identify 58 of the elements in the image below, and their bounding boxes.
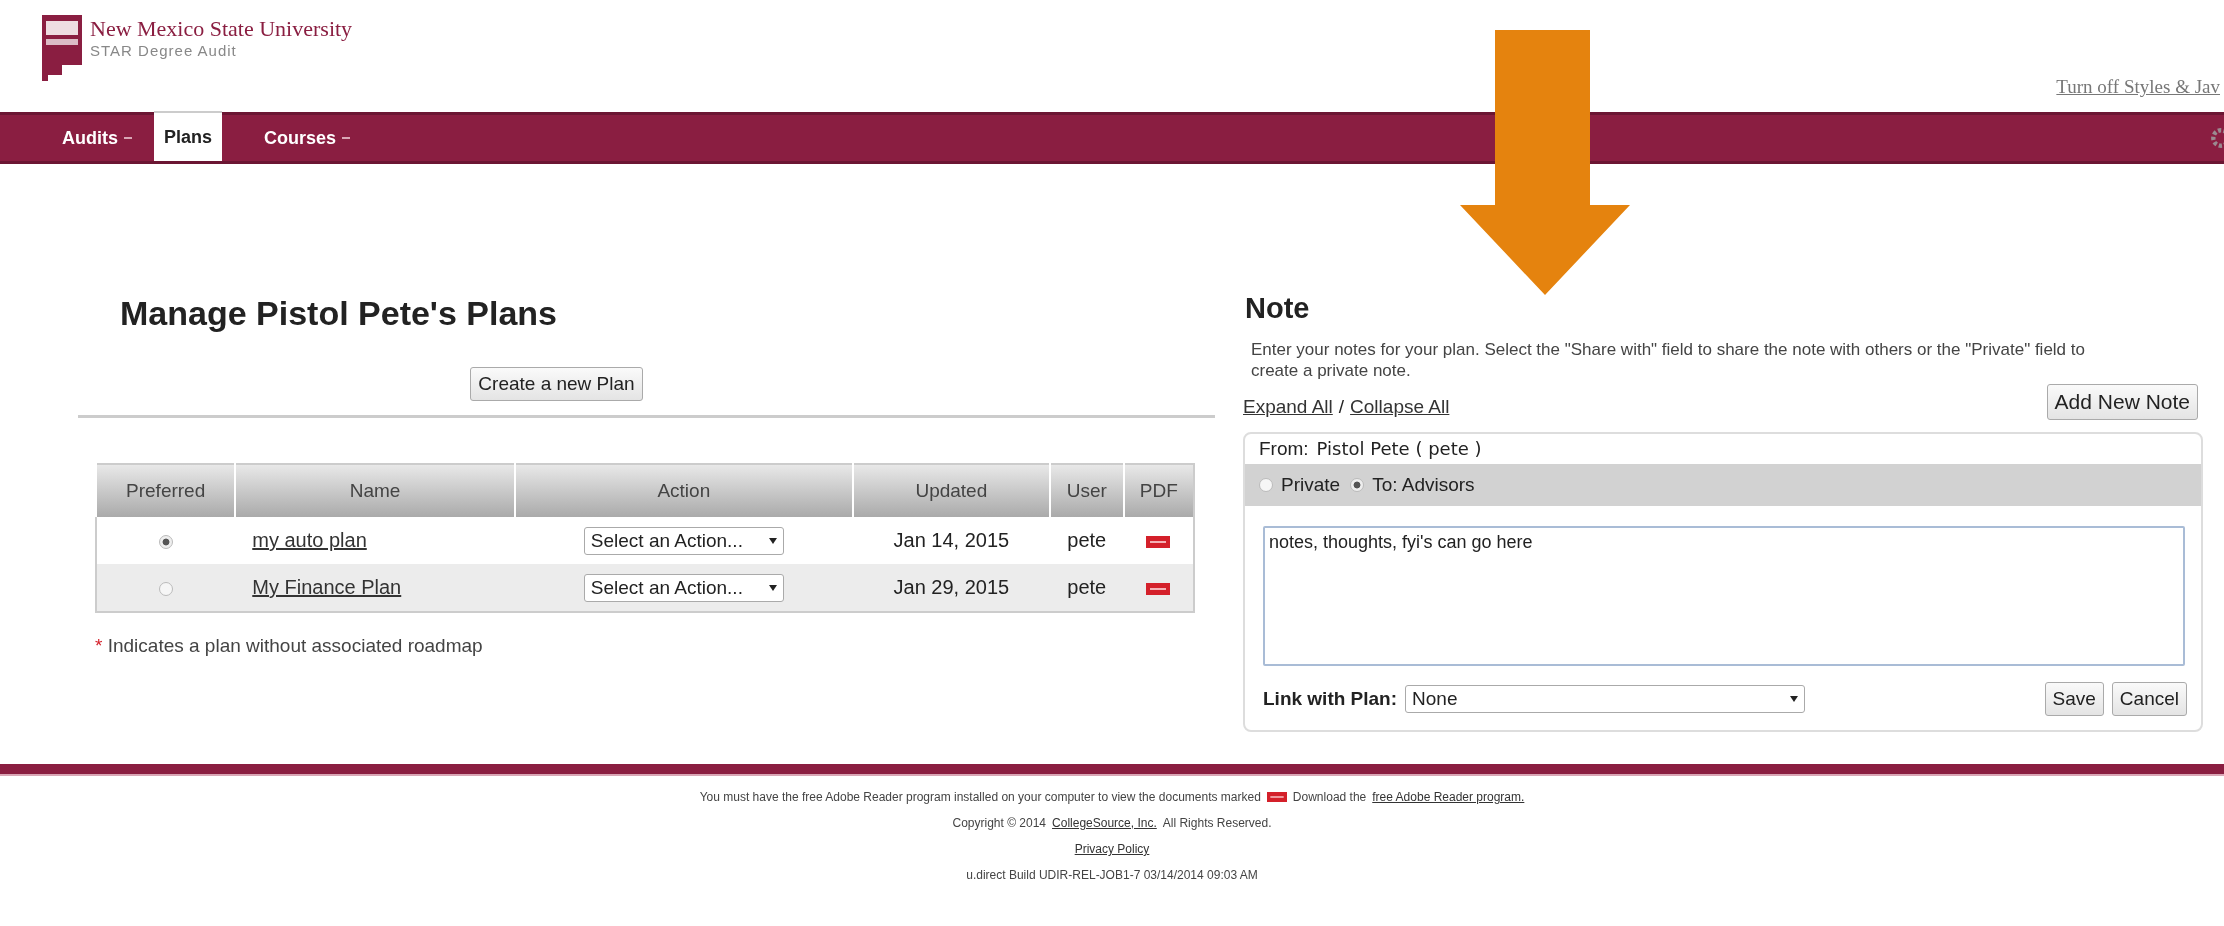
action-dropdown[interactable]: Select an Action... — [583, 526, 784, 555]
reader-notice-text: You must have the free Adobe Reader program installed on your computer to view the documents marked — [699, 790, 1261, 804]
footnote-text: * Indicates a plan without associated roadmap — [95, 635, 484, 657]
preferred-radio[interactable] — [159, 534, 174, 549]
user-name: pete — [1067, 576, 1107, 598]
down-arrow-icon — [1460, 30, 1630, 295]
updated-date: Jan 14, 2015 — [893, 529, 1010, 551]
save-button[interactable]: Save — [2044, 681, 2104, 716]
from-value: Pistol Pete ( pete ) — [1316, 437, 1482, 460]
visibility-radio[interactable] — [1350, 477, 1365, 492]
visibility-radio[interactable] — [1259, 477, 1273, 492]
separator-text: / — [1338, 395, 1345, 418]
column-header: Action — [514, 464, 853, 517]
column-header: Updated — [852, 464, 1050, 517]
expand-all-link[interactable]: Expand All — [1243, 395, 1333, 418]
cancel-button[interactable]: Cancel — [2111, 681, 2187, 716]
user-name: pete — [1067, 529, 1107, 551]
download-text: Download the — [1292, 790, 1367, 804]
column-header: User — [1049, 464, 1124, 517]
preferred-radio[interactable] — [159, 581, 174, 596]
pdf-icon[interactable] — [1146, 535, 1171, 548]
create-plan-button[interactable]: Create a new Plan — [470, 367, 643, 401]
build-info-text: u.direct Build UDIR-REL-JOB1-7 03/14/2014 09:03 AM — [966, 868, 1258, 882]
rights-text: All Rights Reserved. — [1162, 816, 1272, 830]
column-header: PDF — [1123, 464, 1194, 517]
caret-icon — [1790, 695, 1799, 702]
turn-off-styles-link[interactable]: Turn off Styles & Jav — [2056, 76, 2220, 98]
visibility-label: Private — [1281, 473, 1341, 496]
nav-tab[interactable]: Plans — [154, 111, 223, 161]
note-title: Note — [1245, 292, 1311, 325]
note-text-area[interactable]: notes, thoughts, fyi's can go here — [1263, 525, 2185, 666]
copyright-text: Copyright © 2014 — [952, 816, 1047, 830]
caret-icon — [768, 584, 777, 591]
note-description: Enter your notes for your plan. Select the "Share with" field to share the note with others or the "Private" field to create a private note. — [1251, 339, 2086, 382]
adobe-reader-link[interactable]: free Adobe Reader program. — [1372, 790, 1525, 804]
privacy-policy-link[interactable]: Privacy Policy — [1074, 842, 1150, 856]
plan-dropdown[interactable]: None — [1405, 684, 1806, 713]
collapse-all-link[interactable]: Collapse All — [1350, 395, 1450, 418]
caret-icon — [768, 537, 777, 544]
updated-date: Jan 29, 2015 — [893, 576, 1010, 598]
caret-icon — [124, 136, 132, 140]
app-name: STAR Degree Audit — [90, 42, 238, 59]
pdf-icon[interactable] — [1146, 582, 1171, 595]
plan-name-link[interactable]: my auto plan — [252, 529, 367, 551]
from-label: From: — [1259, 437, 1309, 460]
add-note-button[interactable]: Add New Note — [2046, 383, 2198, 420]
nav-tab[interactable]: Audits — [20, 115, 154, 161]
university-name: New Mexico State University — [90, 16, 353, 42]
column-header: Name — [235, 464, 515, 517]
nav-tab[interactable]: Courses — [222, 115, 373, 161]
link-with-plan-label: Link with Plan: — [1263, 687, 1398, 710]
company-link[interactable]: CollegeSource, Inc. — [1052, 816, 1157, 830]
action-dropdown[interactable]: Select an Action... — [583, 573, 784, 602]
page-title: Manage Pistol Pete's Plans — [120, 294, 559, 333]
column-header: Preferred — [96, 464, 236, 517]
caret-icon — [342, 136, 351, 140]
visibility-label: To: Advisors — [1372, 473, 1475, 496]
pdf-icon — [1266, 792, 1287, 802]
